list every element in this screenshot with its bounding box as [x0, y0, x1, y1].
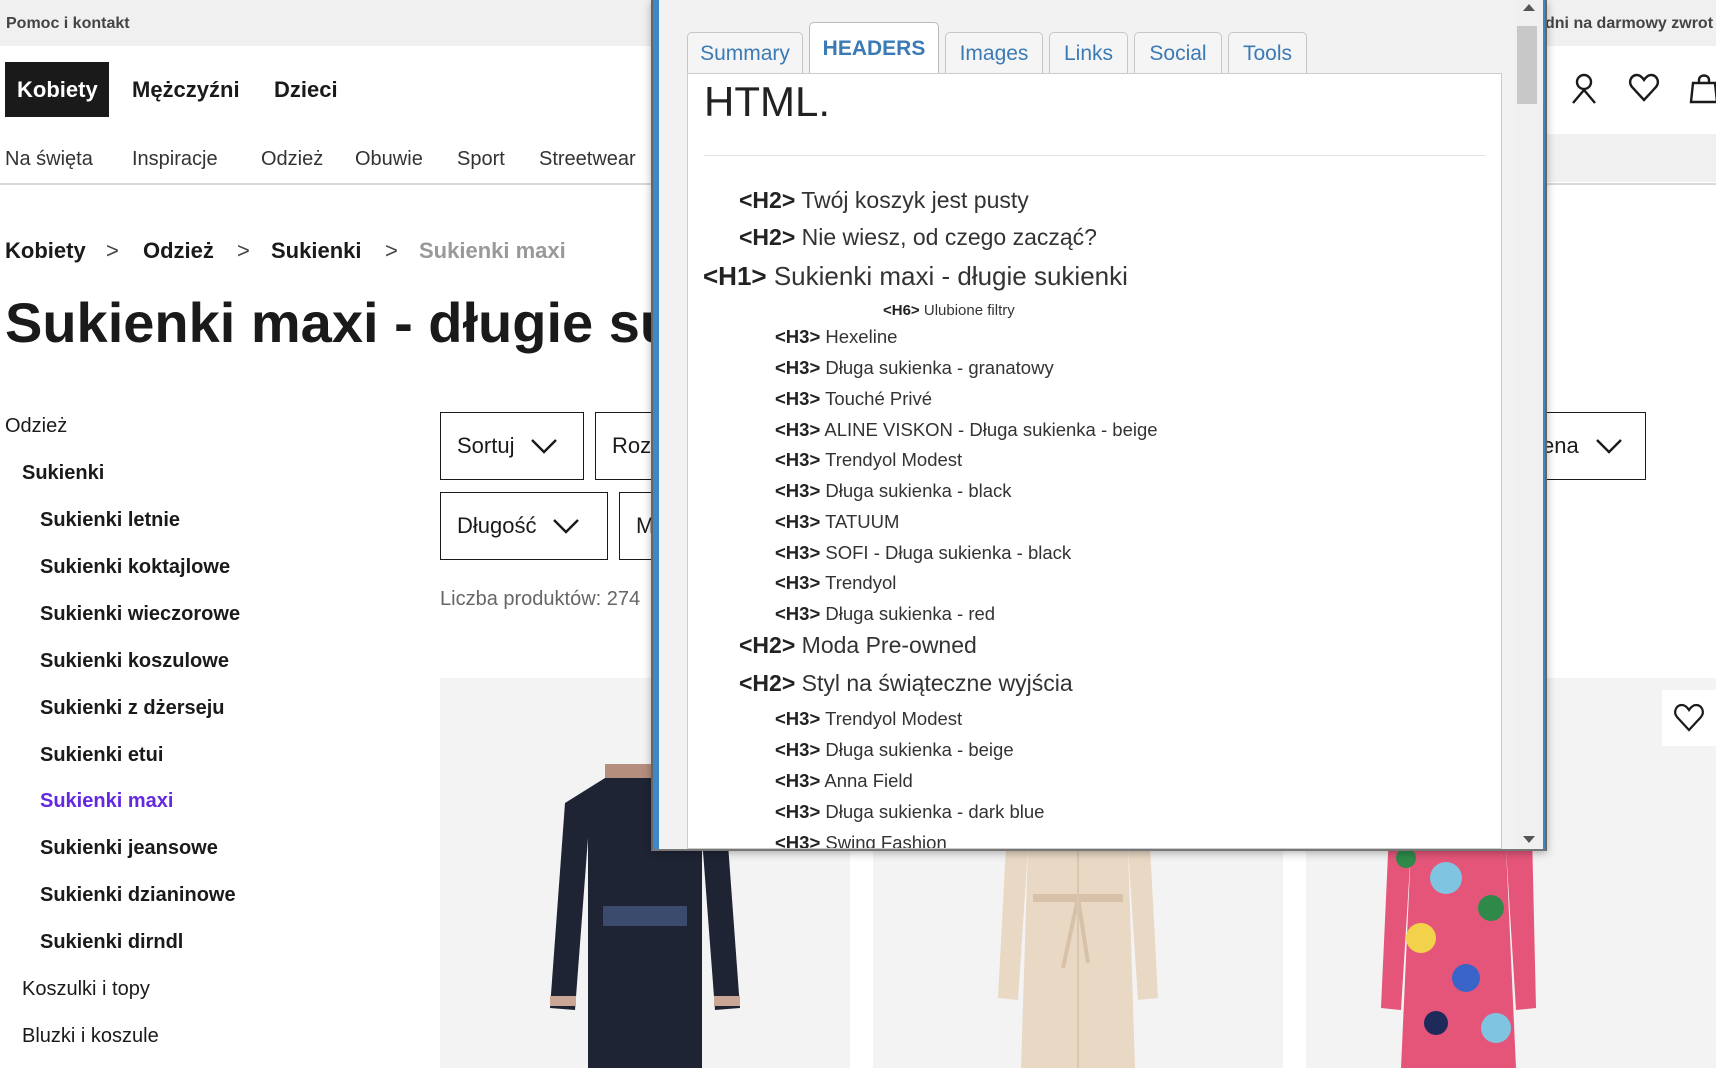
nav-item[interactable]: Streetwear	[539, 148, 636, 171]
breadcrumb-separator: >	[385, 238, 398, 263]
header-row[interactable]: <H3> Długa sukienka - dark blue	[775, 801, 1044, 823]
add-to-wishlist-button[interactable]	[1662, 690, 1716, 746]
sort-label: Sortuj	[457, 433, 515, 458]
divider	[704, 155, 1486, 156]
chevron-down-icon	[553, 519, 580, 534]
header-row[interactable]: <H2> Moda Pre-owned	[739, 632, 977, 659]
scroll-up-icon[interactable]	[1523, 4, 1535, 11]
header-row[interactable]: <H3> Trendyol Modest	[775, 708, 962, 730]
sidebar-item[interactable]: Sukienki etui	[40, 744, 163, 767]
tab-images[interactable]: Images	[945, 32, 1043, 74]
sort-dropdown[interactable]: Sortuj	[440, 412, 584, 480]
nav-item[interactable]: Sport	[457, 148, 505, 171]
sidebar-item[interactable]: Sukienki koktajlowe	[40, 556, 230, 579]
header-row[interactable]: <H3> Anna Field	[775, 770, 913, 792]
promo-text: dni na darmowy zwrot	[1545, 15, 1714, 32]
scroll-down-icon[interactable]	[1523, 836, 1535, 843]
sidebar-item[interactable]: Bluzki i koszule	[22, 1025, 159, 1048]
heart-icon	[1674, 703, 1704, 732]
nav-item[interactable]: Na święta	[5, 148, 93, 171]
breadcrumb-item[interactable]: Kobiety	[5, 238, 86, 264]
length-label: Długość	[457, 513, 537, 538]
account-icon[interactable]	[1568, 72, 1600, 104]
sidebar-item[interactable]: Sukienki dirndl	[40, 931, 183, 954]
breadcrumb-separator: >	[106, 238, 119, 263]
tab-headers[interactable]: HEADERS	[809, 22, 939, 74]
size-label: Roz	[612, 433, 652, 458]
header-row[interactable]: <H3> Trendyol Modest	[775, 449, 962, 471]
tab-summary[interactable]: Summary	[687, 32, 803, 74]
header-row[interactable]: <H3> Trendyol	[775, 572, 896, 594]
header-row[interactable]: <H3> TATUUM	[775, 511, 899, 533]
header-row[interactable]: <H3> Długa sukienka - granatowy	[775, 357, 1054, 379]
header-row[interactable]: <H3> Touché Privé	[775, 388, 932, 410]
nav-item[interactable]: Odzież	[261, 148, 323, 171]
tab-men[interactable]: Mężczyźni	[132, 62, 240, 117]
popup-scrollbar[interactable]	[1515, 0, 1543, 849]
header-row[interactable]: <H3> Długa sukienka - red	[775, 603, 995, 625]
cart-icon[interactable]	[1688, 72, 1716, 104]
help-link[interactable]: Pomoc i kontakt	[6, 15, 130, 33]
sidebar-item[interactable]: Sukienki z dżerseju	[40, 697, 225, 720]
sidebar-item[interactable]: Odzież	[5, 415, 67, 438]
seo-extension-popup: Summary HEADERS Images Links Social Tool…	[651, 0, 1547, 851]
sidebar-item[interactable]: Sukienki koszulowe	[40, 650, 229, 673]
nav-item[interactable]: Inspiracje	[132, 148, 218, 171]
chevron-down-icon	[531, 439, 558, 454]
sidebar-item-active[interactable]: Sukienki maxi	[40, 790, 173, 813]
length-dropdown[interactable]: Długość	[440, 492, 608, 560]
breadcrumb-item[interactable]: Odzież	[143, 238, 214, 264]
header-row[interactable]: <H3> Swing Fashion	[775, 832, 947, 848]
tab-kids[interactable]: Dzieci	[274, 62, 338, 117]
tab-links[interactable]: Links	[1049, 32, 1128, 74]
sidebar-item[interactable]: Sukienki jeansowe	[40, 837, 218, 860]
popup-panel: Summary HEADERS Images Links Social Tool…	[659, 0, 1515, 849]
header-row[interactable]: <H3> Długa sukienka - black	[775, 480, 1012, 502]
breadcrumb-item[interactable]: Sukienki	[271, 238, 361, 264]
wishlist-icon[interactable]	[1628, 72, 1660, 104]
header-row[interactable]: <H1> Sukienki maxi - długie sukienki	[703, 261, 1128, 292]
breadcrumb-current: Sukienki maxi	[419, 238, 566, 263]
header-row[interactable]: <H3> Hexeline	[775, 326, 897, 348]
header-row[interactable]: <H3> ALINE VISKON - Długa sukienka - bei…	[775, 419, 1158, 441]
header-row[interactable]: <H3> Długa sukienka - beige	[775, 739, 1014, 761]
headers-panel: HTML. <H2> Twój koszyk jest pusty <H2> N…	[687, 73, 1502, 849]
nav-item[interactable]: Obuwie	[355, 148, 423, 171]
sidebar-item[interactable]: Sukienki letnie	[40, 509, 180, 532]
tab-women[interactable]: Kobiety	[5, 62, 109, 117]
header-row[interactable]: <H2> Styl na świąteczne wyjścia	[739, 670, 1073, 697]
breadcrumb-separator: >	[237, 238, 250, 263]
header-row[interactable]: <H6> Ulubione filtry	[883, 302, 1015, 319]
header-row[interactable]: <H2> Twój koszyk jest pusty	[739, 187, 1029, 214]
tab-tools[interactable]: Tools	[1228, 32, 1307, 74]
scroll-thumb[interactable]	[1517, 26, 1537, 104]
lead-text: HTML.	[704, 78, 830, 125]
sidebar-item[interactable]: Sukienki wieczorowe	[40, 603, 240, 626]
chevron-down-icon	[1595, 439, 1622, 454]
sidebar-item[interactable]: Sukienki dzianinowe	[40, 884, 236, 907]
header-row[interactable]: <H2> Nie wiesz, od czego zacząć?	[739, 224, 1097, 251]
sidebar-item[interactable]: Koszulki i topy	[22, 978, 150, 1001]
product-count: Liczba produktów: 274	[440, 588, 641, 610]
sidebar-item[interactable]: Sukienki	[22, 462, 104, 485]
header-row[interactable]: <H3> SOFI - Długa sukienka - black	[775, 542, 1071, 564]
tab-social[interactable]: Social	[1134, 32, 1222, 74]
